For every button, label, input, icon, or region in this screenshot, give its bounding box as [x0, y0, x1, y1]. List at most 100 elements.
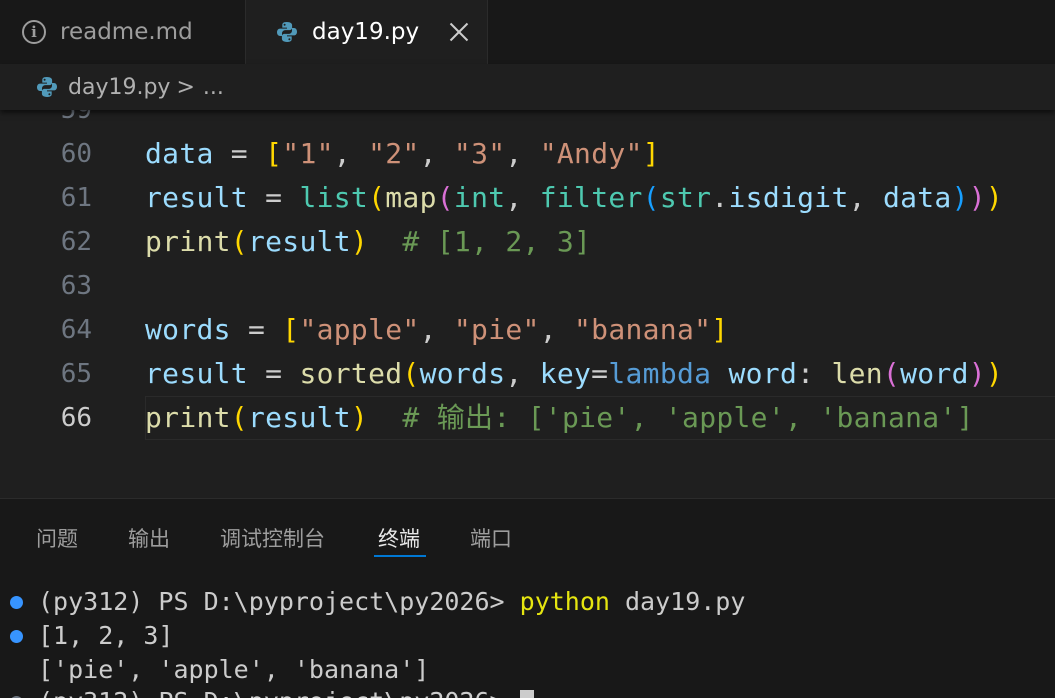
code-token: "Andy": [539, 137, 643, 170]
python-icon: [37, 77, 57, 97]
code-text: print(result) # [1, 2, 3]: [145, 220, 591, 264]
terminal-text: (py312) PS D:\pyproject\py2026>: [38, 685, 534, 698]
code-token: (: [230, 401, 248, 434]
panel-tab-problems[interactable]: 问题: [36, 523, 78, 553]
code-line-active[interactable]: 66 print(result) # 输出: ['pie', 'apple', …: [0, 396, 1055, 440]
line-number: 63: [60, 271, 92, 301]
code-token: ,: [505, 181, 540, 214]
python-icon: [277, 22, 297, 42]
code-token: =: [230, 313, 283, 346]
bottom-panel: 问题 输出 调试控制台 终端 端口 (py312) PS D:\pyprojec…: [0, 498, 1055, 698]
code-token: ): [951, 181, 969, 214]
code-token: sorted: [299, 357, 403, 390]
panel-tab-terminal[interactable]: 终端: [378, 523, 420, 553]
code-editor[interactable]: 59 60 data = ["1", "2", "3", "Andy"] 61 …: [0, 110, 1055, 498]
code-token: word: [900, 357, 969, 390]
code-token: "2": [368, 137, 420, 170]
code-token: lambda: [608, 357, 712, 390]
code-comment: # [1, 2, 3]: [368, 225, 592, 258]
code-token: ]: [642, 137, 660, 170]
code-token: =: [247, 181, 300, 214]
line-number: 59: [60, 110, 92, 125]
active-tab-indicator: [374, 555, 426, 557]
code-token: =: [591, 357, 609, 390]
code-line[interactable]: 62 print(result) # [1, 2, 3]: [0, 220, 1055, 264]
code-token: result: [145, 181, 248, 214]
tab-readme[interactable]: i readme.md: [0, 0, 246, 64]
code-token: result: [145, 357, 248, 390]
code-token: words: [419, 357, 506, 390]
tab-label: day19.py: [312, 19, 420, 45]
code-token: "1": [282, 137, 334, 170]
code-token: "3": [453, 137, 506, 170]
code-token: ,: [333, 137, 369, 170]
tab-label: readme.md: [60, 19, 193, 45]
terminal-line[interactable]: (py312) PS D:\pyproject\py2026>: [0, 685, 1055, 698]
code-token: ]: [711, 313, 729, 346]
code-token: key: [539, 357, 592, 390]
code-line[interactable]: 65 result = sorted(words, key=lambda wor…: [0, 352, 1055, 396]
terminal-output: [1, 2, 3]: [38, 621, 174, 650]
code-token: result: [247, 225, 351, 258]
code-token: "pie": [453, 313, 540, 346]
code-token: [: [282, 313, 300, 346]
tab-day19[interactable]: day19.py: [246, 0, 488, 64]
line-number: 65: [60, 359, 92, 389]
code-token: ,: [419, 137, 454, 170]
code-token: (: [368, 181, 386, 214]
code-token: print: [145, 225, 231, 258]
code-token: int: [453, 181, 506, 214]
code-line-partial: 59: [0, 110, 1055, 132]
code-token: words: [145, 313, 231, 346]
code-token: (: [402, 357, 420, 390]
code-token: ,: [848, 181, 883, 214]
breadcrumb-file[interactable]: day19.py: [68, 75, 170, 100]
command-status-dot[interactable]: [10, 630, 23, 643]
code-token: :: [797, 357, 832, 390]
code-text: words = ["apple", "pie", "banana"]: [145, 308, 728, 352]
code-token: result: [247, 401, 351, 434]
terminal-prompt: (py312) PS D:\pyproject\py2026>: [38, 587, 520, 616]
info-icon: i: [22, 20, 46, 44]
code-token: ,: [505, 357, 540, 390]
code-token: str: [659, 181, 712, 214]
breadcrumb-more[interactable]: ...: [203, 75, 224, 100]
terminal-text: (py312) PS D:\pyproject\py2026> python d…: [38, 585, 745, 619]
code-line[interactable]: 64 words = ["apple", "pie", "banana"]: [0, 308, 1055, 352]
line-number: 64: [60, 315, 92, 345]
line-number: 66: [60, 403, 92, 433]
code-token: ): [968, 181, 986, 214]
breadcrumb: day19.py > ...: [0, 64, 1055, 110]
code-token: data: [882, 181, 952, 214]
code-token: ,: [505, 137, 540, 170]
code-token: isdigit: [728, 181, 849, 214]
line-number: 60: [60, 139, 92, 169]
terminal-argument: day19.py: [609, 587, 746, 616]
close-icon[interactable]: [445, 18, 473, 46]
code-text: print(result) # 输出: ['pie', 'apple', 'ba…: [145, 396, 974, 440]
code-token: map: [385, 181, 437, 214]
terminal-cursor: [519, 689, 534, 698]
panel-tab-output[interactable]: 输出: [128, 523, 170, 553]
panel-tab-debug-console[interactable]: 调试控制台: [220, 523, 325, 553]
code-token: word: [728, 357, 798, 390]
code-text: result = sorted(words, key=lambda word: …: [145, 352, 1003, 396]
code-line[interactable]: 60 data = ["1", "2", "3", "Andy"]: [0, 132, 1055, 176]
code-token: =: [247, 357, 300, 390]
terminal-output: ['pie', 'apple', 'banana']: [38, 655, 430, 684]
code-token: "banana": [574, 313, 712, 346]
command-status-dot[interactable]: [10, 596, 23, 609]
code-token: data: [145, 137, 214, 170]
code-token: .: [711, 181, 729, 214]
code-token: list: [299, 181, 369, 214]
code-token: filter: [539, 181, 643, 214]
code-token: ,: [539, 313, 575, 346]
code-line[interactable]: 61 result = list(map(int, filter(str.isd…: [0, 176, 1055, 220]
code-token: (: [882, 357, 901, 390]
code-token: ): [968, 357, 986, 390]
panel-tab-ports[interactable]: 端口: [470, 523, 512, 553]
code-token: =: [213, 137, 266, 170]
code-line[interactable]: 63: [0, 264, 1055, 308]
code-token: [: [265, 137, 283, 170]
